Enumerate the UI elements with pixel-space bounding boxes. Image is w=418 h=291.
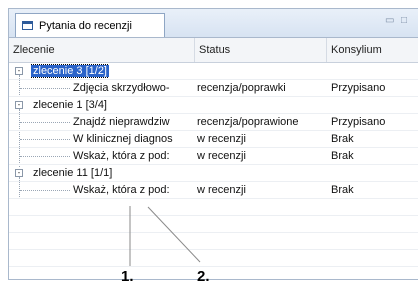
callout-label-2: 2.	[197, 268, 210, 285]
callout-lines	[129, 206, 201, 266]
callout-label-1: 1.	[121, 268, 134, 285]
callout-line-2	[147, 206, 201, 263]
